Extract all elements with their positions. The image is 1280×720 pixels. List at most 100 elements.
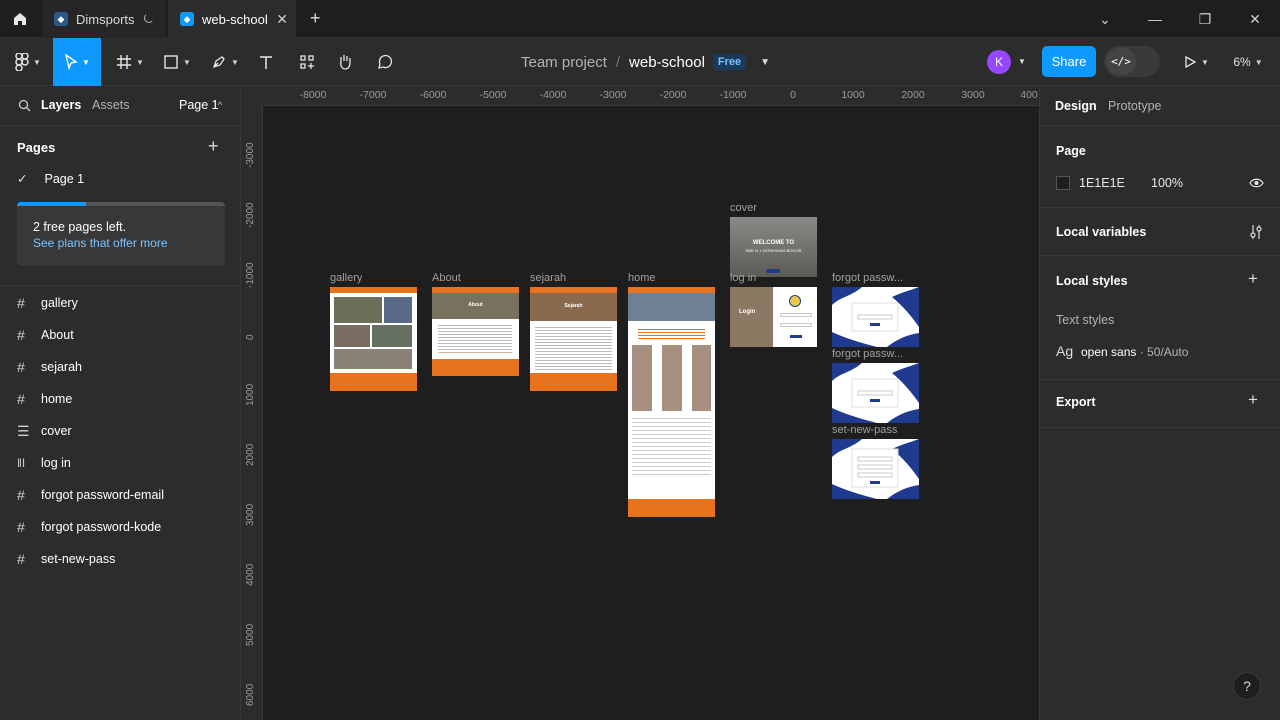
free-pages-banner: 2 free pages left. See plans that offer … (17, 202, 225, 266)
layer-home[interactable]: # home (17, 383, 227, 415)
add-page-button[interactable]: + (208, 136, 219, 157)
page-item-page-1[interactable]: ✓ Page 1 (17, 171, 84, 186)
breadcrumb-team[interactable]: Team project (521, 54, 607, 71)
frame-set-new-pass[interactable] (832, 439, 919, 499)
pages-heading: Pages (17, 140, 56, 155)
move-tool-button[interactable]: ▼ (53, 38, 101, 86)
ruler-vertical: -3000 -2000 -1000 0 1000 2000 3000 4000 … (241, 106, 263, 720)
upgrade-link[interactable]: See plans that offer more (33, 236, 168, 250)
dev-mode-toggle[interactable]: </> (1104, 46, 1160, 77)
restore-button[interactable]: ❐ (1180, 0, 1230, 38)
eye-icon[interactable] (1249, 177, 1264, 189)
sejarah-title: Sejarah (564, 303, 583, 309)
divider (1040, 207, 1280, 208)
local-variables-heading[interactable]: Local variables (1056, 225, 1146, 239)
main-menu-button[interactable]: ▼ (8, 38, 48, 86)
divider (0, 285, 240, 286)
frame-forgot-password-kode[interactable] (832, 363, 919, 423)
ruler-tick-label: 3000 (961, 89, 985, 101)
page-name: Page 1 (44, 172, 85, 186)
layer-log-in[interactable]: ǁǀ log in (17, 447, 227, 479)
cover-subtitle: SMK N 1 KEPAHIANG BOGOR (745, 248, 802, 253)
ruler-tick-label: 1000 (841, 89, 865, 101)
layer-gallery[interactable]: # gallery (17, 287, 227, 319)
variables-icon[interactable] (1249, 224, 1263, 240)
frame-tool-button[interactable]: ▼ (110, 38, 150, 86)
file-name[interactable]: web-school (629, 54, 705, 71)
tab-web-school[interactable]: ◆ web-school ✕ (168, 0, 296, 38)
tab-dimsports[interactable]: ◆ Dimsports (42, 0, 166, 38)
chevron-down-icon[interactable]: ⌄ (1080, 0, 1130, 38)
avatar[interactable]: K (987, 50, 1011, 74)
decorative-waves (832, 439, 919, 499)
layer-cover[interactable]: ☰ cover (17, 415, 227, 447)
frame-label-gallery[interactable]: gallery (330, 272, 362, 284)
canvas[interactable]: -8000 -7000 -6000 -5000 -4000 -3000 -200… (241, 86, 1039, 720)
new-tab-button[interactable]: + (310, 8, 321, 29)
chevron-down-icon[interactable]: ▼ (1018, 57, 1026, 66)
pen-tool-button[interactable]: ▼ (204, 38, 246, 86)
ruler-tick-label: -3000 (599, 89, 627, 101)
frame-about[interactable]: About (432, 287, 519, 376)
hand-tool-button[interactable] (331, 38, 359, 86)
minimize-button[interactable]: — (1130, 0, 1180, 38)
layer-label: sejarah (41, 360, 82, 374)
add-style-button[interactable]: + (1248, 269, 1258, 289)
pen-icon (213, 56, 225, 69)
tab-assets[interactable]: Assets (92, 98, 130, 112)
page-color-value[interactable]: 1E1E1E (1079, 176, 1125, 190)
frame-label-login[interactable]: log in (730, 272, 817, 284)
ruler-tick-label: 5000 (245, 623, 256, 646)
text-style-item[interactable]: open sans · 50/Auto (1081, 345, 1188, 359)
tab-prototype[interactable]: Prototype (1108, 99, 1162, 113)
news-list (632, 415, 711, 475)
tab-layers[interactable]: Layers (41, 98, 81, 112)
text-tool-button[interactable] (252, 38, 280, 86)
frame-label-forgot-email[interactable]: forgot passw... (832, 272, 919, 284)
figma-file-icon: ◆ (54, 12, 68, 26)
layer-forgot-password-email[interactable]: # forgot password-email (17, 479, 227, 511)
frame-gallery[interactable] (330, 287, 417, 391)
frame-login[interactable]: Login (730, 287, 817, 347)
frame-label-set-new-pass[interactable]: set-new-pass (832, 424, 919, 436)
present-button[interactable]: ▼ (1176, 38, 1216, 86)
chevron-up-icon[interactable]: ^ (218, 100, 222, 110)
frame-label-cover[interactable]: cover (730, 202, 757, 214)
page-selector[interactable]: Page 1 (179, 98, 219, 112)
layer-forgot-password-kode[interactable]: # forgot password-kode (17, 511, 227, 543)
ruler-tick-label: 0 (790, 89, 796, 101)
resources-button[interactable] (293, 38, 321, 86)
zoom-menu[interactable]: 6% ▼ (1226, 38, 1270, 86)
close-tab-icon[interactable]: ✕ (276, 11, 288, 28)
frame-label-about[interactable]: About (432, 272, 461, 284)
frame-cover[interactable]: WELCOME TO SMK N 1 KEPAHIANG BOGOR (730, 217, 817, 277)
toolbar: ▼ ▼ ▼ ▼ ▼ Team project / web-school Free… (0, 38, 1280, 86)
comment-tool-button[interactable] (370, 38, 398, 86)
frame-label-home[interactable]: home (628, 272, 656, 284)
frame-forgot-password-email[interactable] (832, 287, 919, 347)
layer-sejarah[interactable]: # sejarah (17, 351, 227, 383)
frame-label-sejarah[interactable]: sejarah (530, 272, 566, 284)
chevron-down-icon[interactable]: ▼ (760, 57, 770, 68)
close-window-button[interactable]: ✕ (1230, 0, 1280, 38)
shape-tool-button[interactable]: ▼ (157, 38, 197, 86)
help-button[interactable]: ? (1233, 672, 1261, 700)
tab-design[interactable]: Design (1055, 99, 1097, 113)
layer-set-new-pass[interactable]: # set-new-pass (17, 543, 227, 575)
frame-icon: # (17, 327, 25, 343)
search-icon[interactable] (18, 99, 31, 112)
text-style-name: open sans (1081, 345, 1137, 359)
page-color-swatch[interactable] (1056, 176, 1070, 190)
share-button[interactable]: Share (1042, 46, 1096, 77)
frame-label-forgot-kode[interactable]: forgot passw... (832, 348, 919, 360)
cover-title: WELCOME TO (752, 240, 795, 246)
code-icon: </> (1106, 48, 1136, 75)
add-export-button[interactable]: + (1248, 390, 1258, 410)
frame-sejarah[interactable]: Sejarah (530, 287, 617, 391)
ruler-tick-label: 6000 (245, 683, 256, 706)
frame-home[interactable] (628, 287, 715, 517)
layer-about[interactable]: # About (17, 319, 227, 351)
frame-footer (330, 373, 417, 391)
home-button[interactable] (0, 0, 40, 38)
page-opacity-value[interactable]: 100% (1151, 176, 1183, 190)
